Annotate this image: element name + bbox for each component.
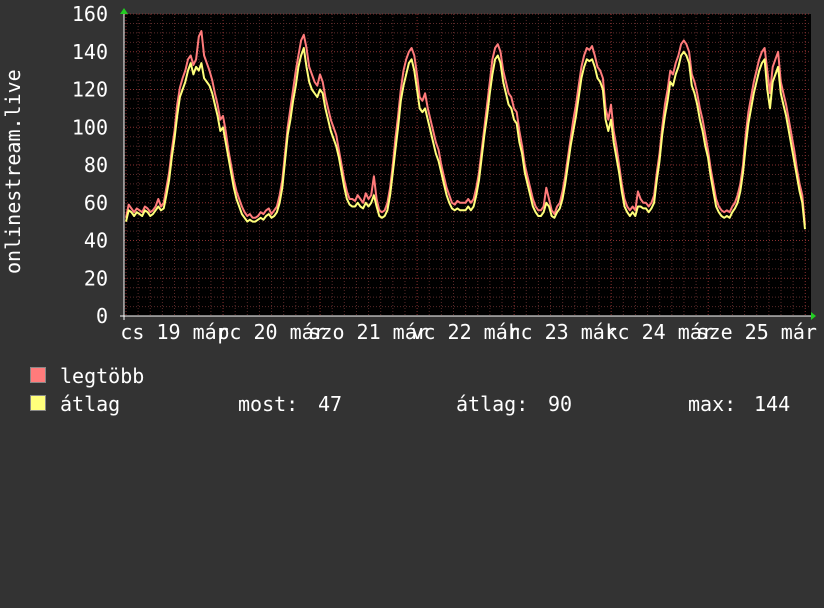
y-tick-label: 20 [84,266,108,290]
x-tick-label: cs 19 már [120,320,228,344]
x-tick-label: hc 23 már [508,320,616,344]
x-tick-label: sze 25 már [697,320,817,344]
stat-max-label: max: [688,392,737,416]
x-ticks: cs 19 márpc 20 márszo 21 márvc 22 márhc … [120,320,817,344]
stat-avg-value: 90 [548,392,573,416]
stat-current-value: 47 [318,392,343,416]
y-ticks: 0 20 40 60 80 100 120 140 160 [72,2,108,328]
y-tick-label: 60 [84,191,108,215]
stat-max-value: 144 [754,392,791,416]
y-axis-label: onlinestream.live [1,69,25,274]
x-axis-arrow [811,312,816,320]
y-tick-label: 100 [72,115,108,139]
y-tick-label: 120 [72,78,108,102]
y-axis-arrow [120,8,128,14]
legend-label-avg: átlag [60,392,121,416]
y-tick-label: 80 [84,153,108,177]
legend-swatch-avg [30,395,46,411]
legend-swatch-max [30,367,46,383]
y-tick-label: 0 [96,304,108,328]
y-tick-label: 140 [72,40,108,64]
stat-avg-label: átlag: [456,392,529,416]
x-tick-label: vc 22 már [411,320,519,344]
legend-avg: átlag most: 47 átlag: 90 max: 144 [30,392,790,608]
stat-current-label: most: [238,392,299,416]
y-tick-label: 160 [72,2,108,26]
y-tick-label: 40 [84,229,108,253]
legend-label-max: legtöbb [60,364,145,388]
